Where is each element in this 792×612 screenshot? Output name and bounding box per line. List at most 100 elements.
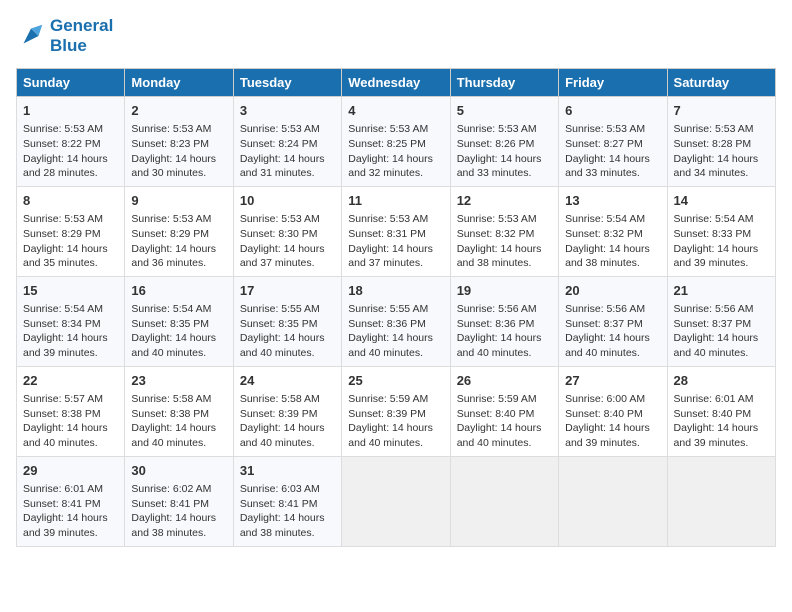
calendar-cell: [450, 456, 558, 546]
day-number: 27: [565, 372, 660, 390]
day-number: 30: [131, 462, 226, 480]
day-info: Sunrise: 5:55 AM Sunset: 8:35 PM Dayligh…: [240, 302, 335, 361]
header-tuesday: Tuesday: [233, 69, 341, 97]
calendar-cell: 24 Sunrise: 5:58 AM Sunset: 8:39 PM Dayli…: [233, 366, 341, 456]
day-info: Sunrise: 6:00 AM Sunset: 8:40 PM Dayligh…: [565, 392, 660, 451]
calendar-cell: 21 Sunrise: 5:56 AM Sunset: 8:37 PM Dayli…: [667, 276, 775, 366]
day-number: 7: [674, 102, 769, 120]
calendar-header: SundayMondayTuesdayWednesdayThursdayFrid…: [17, 69, 776, 97]
day-number: 14: [674, 192, 769, 210]
day-info: Sunrise: 5:53 AM Sunset: 8:24 PM Dayligh…: [240, 122, 335, 181]
day-number: 16: [131, 282, 226, 300]
day-number: 17: [240, 282, 335, 300]
calendar-cell: 15Sunrise: 5:54 AM Sunset: 8:34 PM Dayli…: [17, 276, 125, 366]
day-number: 20: [565, 282, 660, 300]
day-info: Sunrise: 5:54 AM Sunset: 8:32 PM Dayligh…: [565, 212, 660, 271]
calendar-week-2: 8 Sunrise: 5:53 AM Sunset: 8:29 PM Daylig…: [17, 186, 776, 276]
day-number: 24: [240, 372, 335, 390]
day-info: Sunrise: 5:56 AM Sunset: 8:37 PM Dayligh…: [674, 302, 769, 361]
day-info: Sunrise: 5:53 AM Sunset: 8:28 PM Dayligh…: [674, 122, 769, 181]
calendar-cell: [667, 456, 775, 546]
calendar-cell: 16 Sunrise: 5:54 AM Sunset: 8:35 PM Dayli…: [125, 276, 233, 366]
day-info: Sunrise: 5:53 AM Sunset: 8:32 PM Dayligh…: [457, 212, 552, 271]
calendar-cell: 31 Sunrise: 6:03 AM Sunset: 8:41 PM Dayli…: [233, 456, 341, 546]
day-number: 9: [131, 192, 226, 210]
calendar-cell: 18Sunrise: 5:55 AM Sunset: 8:36 PM Dayli…: [342, 276, 450, 366]
page-header: General Blue: [16, 16, 776, 56]
calendar-cell: 13 Sunrise: 5:54 AM Sunset: 8:32 PM Dayli…: [559, 186, 667, 276]
day-info: Sunrise: 5:54 AM Sunset: 8:35 PM Dayligh…: [131, 302, 226, 361]
calendar-cell: 19 Sunrise: 5:56 AM Sunset: 8:36 PM Dayli…: [450, 276, 558, 366]
day-number: 13: [565, 192, 660, 210]
calendar-cell: 1 Sunrise: 5:53 AM Sunset: 8:22 PM Daylig…: [17, 97, 125, 187]
day-info: Sunrise: 5:53 AM Sunset: 8:26 PM Dayligh…: [457, 122, 552, 181]
day-number: 15: [23, 282, 118, 300]
day-number: 31: [240, 462, 335, 480]
day-number: 10: [240, 192, 335, 210]
day-info: Sunrise: 5:54 AM Sunset: 8:33 PM Dayligh…: [674, 212, 769, 271]
calendar-cell: 4 Sunrise: 5:53 AM Sunset: 8:25 PM Daylig…: [342, 97, 450, 187]
header-sunday: Sunday: [17, 69, 125, 97]
calendar-cell: 8 Sunrise: 5:53 AM Sunset: 8:29 PM Daylig…: [17, 186, 125, 276]
calendar-cell: 12 Sunrise: 5:53 AM Sunset: 8:32 PM Dayli…: [450, 186, 558, 276]
calendar-cell: 7 Sunrise: 5:53 AM Sunset: 8:28 PM Daylig…: [667, 97, 775, 187]
calendar-cell: 27 Sunrise: 6:00 AM Sunset: 8:40 PM Dayli…: [559, 366, 667, 456]
day-info: Sunrise: 5:59 AM Sunset: 8:40 PM Dayligh…: [457, 392, 552, 451]
day-info: Sunrise: 6:01 AM Sunset: 8:40 PM Dayligh…: [674, 392, 769, 451]
day-number: 5: [457, 102, 552, 120]
day-number: 11: [348, 192, 443, 210]
day-number: 3: [240, 102, 335, 120]
calendar-table: SundayMondayTuesdayWednesdayThursdayFrid…: [16, 68, 776, 547]
day-info: Sunrise: 5:59 AM Sunset: 8:39 PM Dayligh…: [348, 392, 443, 451]
day-info: Sunrise: 5:53 AM Sunset: 8:31 PM Dayligh…: [348, 212, 443, 271]
day-number: 1: [23, 102, 118, 120]
calendar-cell: 28Sunrise: 6:01 AM Sunset: 8:40 PM Dayli…: [667, 366, 775, 456]
day-info: Sunrise: 5:53 AM Sunset: 8:22 PM Dayligh…: [23, 122, 118, 181]
day-number: 8: [23, 192, 118, 210]
calendar-cell: [559, 456, 667, 546]
day-info: Sunrise: 5:53 AM Sunset: 8:23 PM Dayligh…: [131, 122, 226, 181]
logo-text: General Blue: [50, 16, 113, 56]
day-number: 23: [131, 372, 226, 390]
day-info: Sunrise: 5:53 AM Sunset: 8:27 PM Dayligh…: [565, 122, 660, 181]
calendar-cell: 5 Sunrise: 5:53 AM Sunset: 8:26 PM Daylig…: [450, 97, 558, 187]
calendar-cell: 22 Sunrise: 5:57 AM Sunset: 8:38 PM Dayli…: [17, 366, 125, 456]
calendar-cell: 9 Sunrise: 5:53 AM Sunset: 8:29 PM Daylig…: [125, 186, 233, 276]
calendar-cell: 25 Sunrise: 5:59 AM Sunset: 8:39 PM Dayli…: [342, 366, 450, 456]
day-info: Sunrise: 5:58 AM Sunset: 8:39 PM Dayligh…: [240, 392, 335, 451]
calendar-cell: 11 Sunrise: 5:53 AM Sunset: 8:31 PM Dayli…: [342, 186, 450, 276]
calendar-cell: 14 Sunrise: 5:54 AM Sunset: 8:33 PM Dayli…: [667, 186, 775, 276]
logo-icon: [16, 21, 46, 51]
day-info: Sunrise: 5:58 AM Sunset: 8:38 PM Dayligh…: [131, 392, 226, 451]
header-monday: Monday: [125, 69, 233, 97]
day-info: Sunrise: 6:03 AM Sunset: 8:41 PM Dayligh…: [240, 482, 335, 541]
day-number: 12: [457, 192, 552, 210]
day-info: Sunrise: 5:56 AM Sunset: 8:36 PM Dayligh…: [457, 302, 552, 361]
calendar-cell: 26Sunrise: 5:59 AM Sunset: 8:40 PM Dayli…: [450, 366, 558, 456]
day-info: Sunrise: 5:53 AM Sunset: 8:30 PM Dayligh…: [240, 212, 335, 271]
calendar-cell: 17 Sunrise: 5:55 AM Sunset: 8:35 PM Dayli…: [233, 276, 341, 366]
header-wednesday: Wednesday: [342, 69, 450, 97]
calendar-cell: 23 Sunrise: 5:58 AM Sunset: 8:38 PM Dayli…: [125, 366, 233, 456]
day-info: Sunrise: 5:53 AM Sunset: 8:29 PM Dayligh…: [131, 212, 226, 271]
day-info: Sunrise: 5:55 AM Sunset: 8:36 PM Dayligh…: [348, 302, 443, 361]
calendar-week-4: 22 Sunrise: 5:57 AM Sunset: 8:38 PM Dayli…: [17, 366, 776, 456]
day-number: 22: [23, 372, 118, 390]
day-number: 2: [131, 102, 226, 120]
day-number: 19: [457, 282, 552, 300]
calendar-cell: 30 Sunrise: 6:02 AM Sunset: 8:41 PM Dayli…: [125, 456, 233, 546]
day-number: 29: [23, 462, 118, 480]
header-saturday: Saturday: [667, 69, 775, 97]
day-info: Sunrise: 6:02 AM Sunset: 8:41 PM Dayligh…: [131, 482, 226, 541]
day-info: Sunrise: 5:53 AM Sunset: 8:25 PM Dayligh…: [348, 122, 443, 181]
calendar-cell: 20Sunrise: 5:56 AM Sunset: 8:37 PM Dayli…: [559, 276, 667, 366]
day-info: Sunrise: 5:53 AM Sunset: 8:29 PM Dayligh…: [23, 212, 118, 271]
day-number: 4: [348, 102, 443, 120]
calendar-week-3: 15Sunrise: 5:54 AM Sunset: 8:34 PM Dayli…: [17, 276, 776, 366]
day-number: 25: [348, 372, 443, 390]
logo: General Blue: [16, 16, 113, 56]
day-info: Sunrise: 5:57 AM Sunset: 8:38 PM Dayligh…: [23, 392, 118, 451]
day-number: 6: [565, 102, 660, 120]
header-thursday: Thursday: [450, 69, 558, 97]
day-number: 21: [674, 282, 769, 300]
